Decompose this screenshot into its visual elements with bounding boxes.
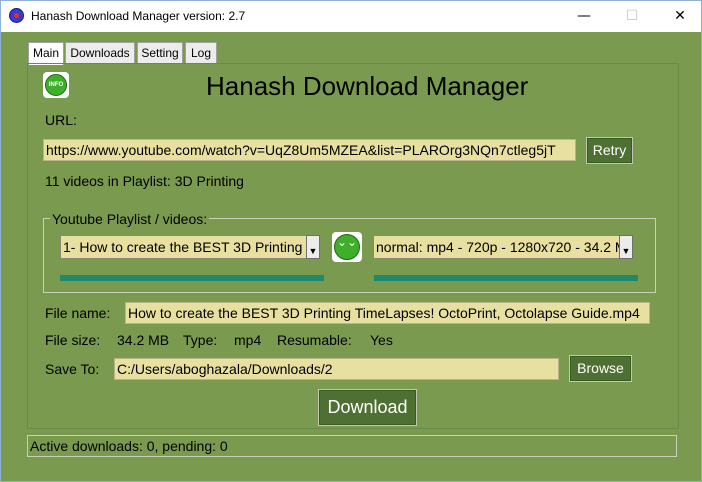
quality-select-arrow-icon[interactable]: ▼ (619, 235, 633, 259)
download-video-button[interactable]: ⌄⌄ (332, 232, 362, 262)
browse-button[interactable]: Browse (569, 355, 632, 382)
url-input[interactable]: https://www.youtube.com/watch?v=UqZ8Um5M… (43, 139, 576, 161)
type-value: mp4 (234, 332, 262, 348)
url-label: URL: (45, 112, 77, 128)
info-icon[interactable]: INFO (43, 72, 69, 98)
quality-progress-bar (374, 275, 638, 281)
tab-main[interactable]: Main (28, 42, 64, 65)
minimize-button[interactable]: — (561, 1, 607, 31)
retry-button[interactable]: Retry (586, 137, 633, 164)
page-title: Hanash Download Manager (206, 71, 529, 101)
window-title: Hanash Download Manager version: 2.7 (31, 9, 246, 23)
tab-downloads[interactable]: Downloads (65, 42, 135, 64)
double-chevron-down-icon: ⌄⌄ (334, 234, 360, 260)
maximize-button[interactable]: ☐ (609, 1, 655, 31)
status-bar: Active downloads: 0, pending: 0 (27, 435, 677, 457)
quality-progress-fill (374, 275, 638, 281)
quality-select[interactable]: normal: mp4 - 720p - 1280x720 - 34.2 MB (373, 235, 633, 259)
filesize-label: File size: (45, 332, 101, 348)
type-label: Type: (183, 332, 218, 348)
video-select[interactable]: 1- How to create the BEST 3D Printing Ti… (60, 235, 320, 259)
tab-setting[interactable]: Setting (137, 42, 183, 64)
close-button[interactable]: ✕ (657, 1, 702, 31)
playlist-group-label: Youtube Playlist / videos: (50, 211, 210, 227)
video-progress-bar (60, 275, 324, 281)
video-select-arrow-icon[interactable]: ▼ (306, 235, 320, 259)
saveto-label: Save To: (45, 361, 100, 377)
app-window: Hanash Download Manager version: 2.7 — ☐… (0, 0, 702, 482)
video-progress-fill (60, 275, 324, 281)
tab-log[interactable]: Log (185, 42, 217, 64)
download-button[interactable]: Download (318, 389, 417, 426)
app-logo-icon (9, 8, 24, 23)
playlist-info: 11 videos in Playlist: 3D Printing (45, 173, 244, 189)
saveto-input[interactable]: C:/Users/aboghazala/Downloads/2 (114, 358, 559, 380)
filename-input[interactable]: How to create the BEST 3D Printing TimeL… (125, 302, 650, 324)
title-bar: Hanash Download Manager version: 2.7 — ☐… (1, 1, 701, 32)
resumable-value: Yes (370, 332, 393, 348)
filename-label: File name: (45, 305, 111, 321)
info-icon-label: INFO (45, 74, 67, 96)
resumable-label: Resumable: (277, 332, 352, 348)
filesize-value: 34.2 MB (117, 332, 170, 348)
